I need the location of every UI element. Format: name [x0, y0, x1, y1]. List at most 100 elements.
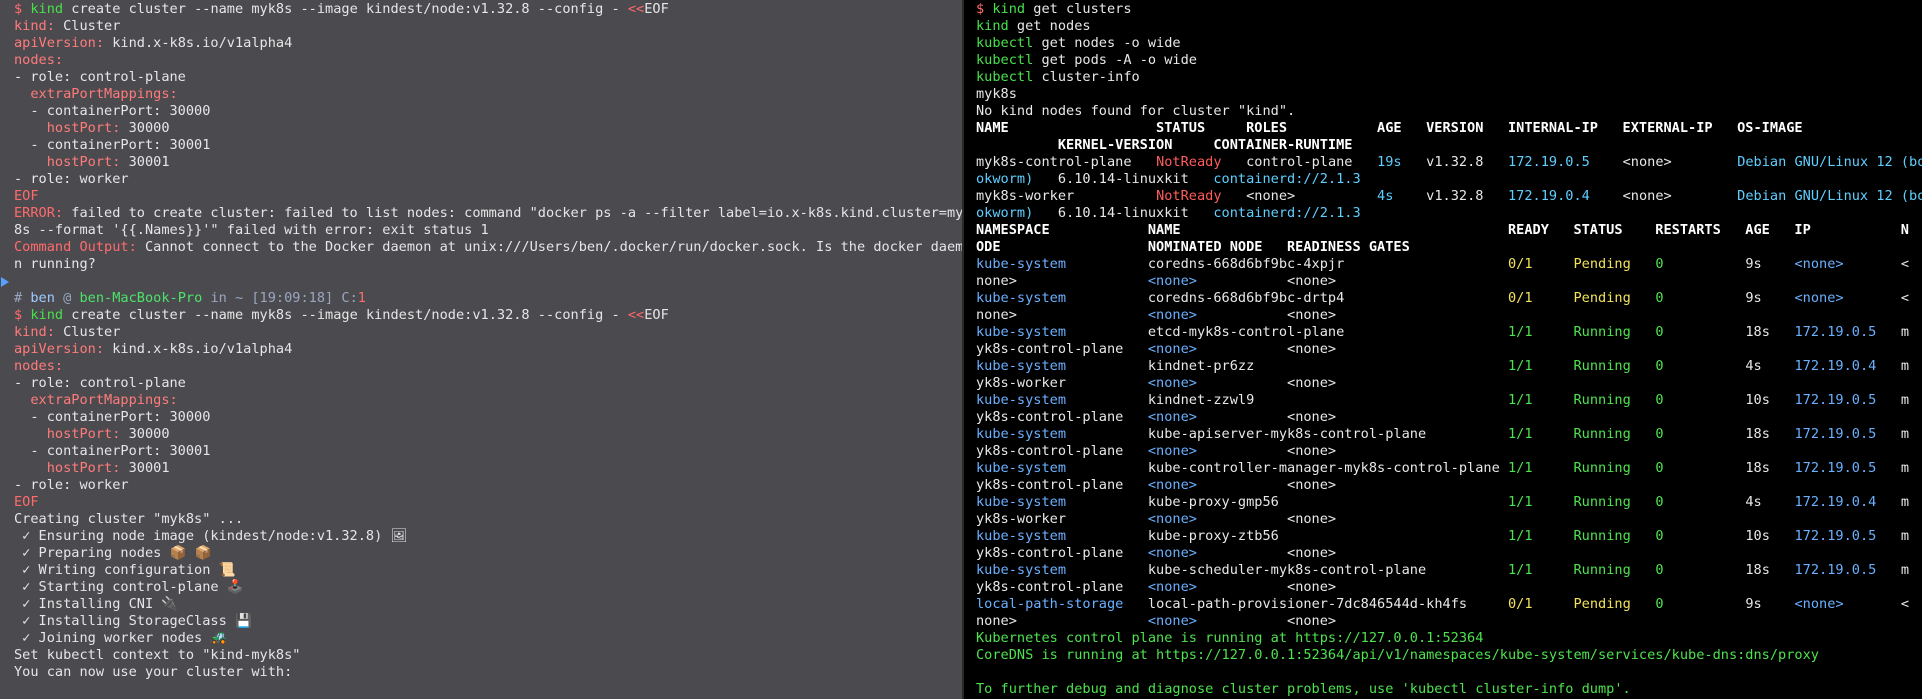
terminal-text-segment: cluster-info	[1033, 69, 1140, 85]
terminal-text-segment: m	[1876, 528, 1910, 544]
terminal-text-segment: Cluster	[54, 324, 121, 340]
terminal-window: $ kind create cluster --name myk8s --ima…	[0, 0, 1922, 699]
terminal-text-segment: $	[976, 1, 993, 17]
terminal-text-segment: yk8s-control-plane	[976, 443, 1148, 459]
terminal-text-segment: <none>	[1794, 596, 1844, 612]
terminal-text-segment: Running	[1573, 460, 1631, 476]
right-terminal-line: none> <none> <none>	[976, 273, 1922, 290]
terminal-text-segment: hostPort:	[46, 426, 121, 442]
terminal-text-segment: containerd://2.1.3	[1213, 171, 1361, 187]
terminal-text-segment: 172.19.0.5	[1794, 460, 1877, 476]
terminal-text-segment: Running	[1573, 426, 1631, 442]
right-terminal-line: myk8s	[976, 86, 1922, 103]
left-terminal-line: ✓ Preparing nodes 📦 📦	[14, 545, 962, 562]
left-terminal-line: n running?	[14, 256, 962, 273]
right-terminal-line: No kind nodes found for cluster "kind".	[976, 103, 1922, 120]
terminal-text-segment: 9s	[1663, 256, 1795, 272]
terminal-text-segment: m	[1876, 392, 1910, 408]
right-terminal-line: kubectl cluster-info	[976, 69, 1922, 86]
left-terminal-line: - role: worker	[14, 477, 962, 494]
left-terminal-line: kind: Cluster	[14, 324, 962, 341]
left-terminal-line: Command Output: Cannot connect to the Do…	[14, 239, 962, 256]
terminal-text-segment: @	[54, 290, 80, 306]
terminal-text-segment: <none>	[1147, 273, 1197, 289]
left-terminal-line: nodes:	[14, 52, 962, 69]
terminal-text-segment: local-path-provisioner-7dc846544d-kh4fs	[1123, 596, 1508, 612]
right-terminal-line: ODE NOMINATED NODE READINESS GATES	[976, 239, 1922, 256]
terminal-text-segment: 172.19.0.5	[1794, 324, 1877, 340]
right-terminal-line: yk8s-control-plane <none> <none>	[976, 341, 1922, 358]
terminal-text-segment: kube-apiserver-myk8s-control-plane	[1066, 426, 1508, 442]
terminal-text-segment: <none>	[1196, 375, 1337, 391]
terminal-text-segment: 30000	[120, 120, 170, 136]
terminal-text-segment: hostPort:	[46, 154, 121, 170]
terminal-text-segment: <none>	[1196, 307, 1337, 323]
right-terminal-line: myk8s-control-plane NotReady control-pla…	[976, 154, 1922, 171]
terminal-text-segment: <none>	[1147, 341, 1197, 357]
terminal-text-segment: 0	[1655, 256, 1664, 272]
terminal-text-segment: m	[1876, 358, 1910, 374]
right-terminal-line: NAME STATUS ROLES AGE VERSION INTERNAL-I…	[976, 120, 1922, 137]
left-terminal-line: extraPortMappings:	[14, 392, 962, 409]
terminal-text-segment: kubectl	[976, 69, 1034, 85]
terminal-text-segment: ✓ Writing configuration 📜	[14, 562, 236, 578]
terminal-text-segment: 30001	[120, 460, 170, 476]
terminal-text-segment: m	[1876, 324, 1910, 340]
terminal-text-segment: ✓ Ensuring node image (kindest/node:v1.3…	[14, 528, 408, 544]
terminal-text-segment: etcd-myk8s-control-plane	[1066, 324, 1508, 340]
right-terminal-pane[interactable]: $ kind get clusters kind get nodes kubectl…	[964, 0, 1922, 699]
terminal-text-segment: yk8s-worker	[976, 511, 1148, 527]
terminal-text-segment: get nodes -o wide	[1033, 35, 1181, 51]
terminal-text-segment: 172.19.0.4	[1794, 494, 1877, 510]
terminal-text-segment: kind.x-k8s.io/v1alpha4	[104, 35, 293, 51]
terminal-text-segment: 1/1	[1507, 460, 1533, 476]
terminal-text-segment: 0	[1655, 324, 1664, 340]
terminal-text-segment: 0/1	[1507, 290, 1533, 306]
terminal-text-segment: kube-system	[976, 358, 1067, 374]
terminal-text-segment: NotReady	[1156, 154, 1222, 170]
terminal-text-segment: kube-controller-manager-myk8s-control-pl…	[1066, 460, 1508, 476]
terminal-text-segment: kubectl	[976, 35, 1034, 51]
terminal-text-segment: coredns-668d6bf9bc-drtp4	[1066, 290, 1508, 306]
terminal-text-segment: - containerPort: 30001	[14, 137, 211, 153]
terminal-text-segment: 0	[1655, 494, 1664, 510]
terminal-text-segment: local-path-storage	[976, 596, 1124, 612]
terminal-text-segment: get clusters	[1025, 1, 1132, 17]
terminal-text-segment: apiVersion:	[14, 341, 105, 357]
terminal-text-segment: Running	[1573, 392, 1631, 408]
terminal-text-segment: <none>	[1196, 443, 1337, 459]
terminal-text-segment: Pending	[1573, 256, 1631, 272]
terminal-text-segment: <none>	[1147, 443, 1197, 459]
terminal-text-segment: <	[1843, 256, 1910, 272]
terminal-text-segment: 0	[1655, 460, 1664, 476]
left-terminal-line: - containerPort: 30000	[14, 409, 962, 426]
terminal-text-segment: 1	[357, 290, 366, 306]
terminal-text-segment: Debian GNU/Linux 12 (bo	[1737, 154, 1922, 170]
terminal-text-segment: <<	[627, 307, 645, 323]
terminal-text-segment: <none>	[1196, 341, 1337, 357]
right-terminal-line: kube-system etcd-myk8s-control-plane 1/1…	[976, 324, 1922, 341]
left-terminal-pane[interactable]: $ kind create cluster --name myk8s --ima…	[0, 0, 962, 699]
terminal-text-segment: Set kubectl context to "kind-myk8s"	[14, 647, 301, 663]
right-terminal-line: kube-system kube-proxy-gmp56 1/1 Running…	[976, 494, 1922, 511]
terminal-text-segment: EOF	[14, 494, 39, 510]
terminal-text-segment: EOF	[644, 1, 669, 17]
left-terminal-line: extraPortMappings:	[14, 86, 962, 103]
right-terminal-line: kube-system kube-scheduler-myk8s-control…	[976, 562, 1922, 579]
left-terminal-line: hostPort: 30000	[14, 120, 962, 137]
left-terminal-line: - containerPort: 30001	[14, 443, 962, 460]
left-terminal-line: 8s --format '{{.Names}}'" failed with er…	[14, 222, 962, 239]
right-terminal-line: kube-system kindnet-pr6zz 1/1 Running 0 …	[976, 358, 1922, 375]
terminal-text-segment: <none>	[1147, 375, 1197, 391]
terminal-text-segment: 9s	[1663, 596, 1795, 612]
terminal-text-segment: ben-MacBook-Pro	[79, 290, 203, 306]
